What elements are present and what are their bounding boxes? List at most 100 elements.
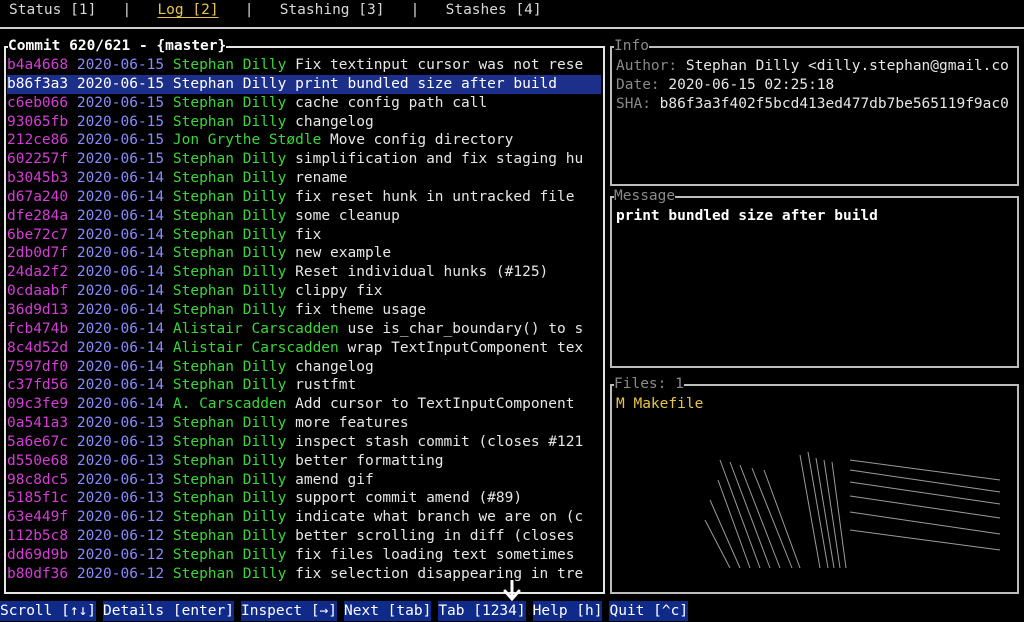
tab-separator: |	[410, 2, 420, 18]
commit-row[interactable]: 09c3fe9 2020-06-14 A. Carscadden Add cur…	[7, 395, 601, 414]
commit-row[interactable]: 8c4d52d 2020-06-14 Alistair Carscadden w…	[7, 339, 601, 358]
commit-row[interactable]: d550e68 2020-06-13 Stephan Dilly better …	[7, 452, 601, 471]
commit-message: print bundled size after build	[295, 75, 558, 92]
commit-message: better formatting	[295, 452, 444, 469]
commit-date: 2020-06-14	[76, 170, 165, 187]
commit-date: 2020-06-14	[76, 358, 165, 375]
commit-hash: 93065fb	[7, 113, 69, 130]
commit-row[interactable]: 93065fb 2020-06-15 Stephan Dilly changel…	[7, 113, 601, 132]
commit-message: fix files loading text sometimes	[295, 546, 575, 563]
commit-hash: 212ce86	[7, 132, 69, 149]
commit-row[interactable]: 5a6e67c 2020-06-13 Stephan Dilly inspect…	[7, 433, 601, 452]
commit-row[interactable]: 36d9d13 2020-06-14 Stephan Dilly fix the…	[7, 301, 601, 320]
command-next[interactable]: Next [tab]	[344, 601, 432, 621]
commit-row[interactable]: c6eb066 2020-06-15 Stephan Dilly cache c…	[7, 94, 601, 113]
tab-log[interactable]: Log [2]	[157, 0, 218, 20]
commit-hash: 36d9d13	[7, 301, 69, 318]
commit-hash: 5a6e67c	[7, 433, 69, 450]
command-bar: Scroll [↑↓] Details [enter] Inspect [→] Nex…	[0, 601, 689, 621]
commit-date: 2020-06-13	[76, 452, 165, 469]
commit-date: 2020-06-12	[76, 565, 165, 582]
commit-author: Stephan Dilly	[172, 546, 287, 563]
commit-date: 2020-06-14	[76, 188, 165, 205]
commit-row[interactable]: c37fd56 2020-06-14 Stephan Dilly rustfmt	[7, 376, 601, 395]
commit-hash: b86f3a3	[7, 75, 69, 92]
commit-message: changelog	[295, 113, 374, 130]
commit-date: 2020-06-13	[76, 490, 165, 507]
commit-date: 2020-06-12	[76, 546, 165, 563]
commit-hash: c6eb066	[7, 94, 69, 111]
info-author-row: Author: Stephan Dilly <dilly.stephan@gma…	[616, 57, 1012, 76]
commit-row[interactable]: 98c8dc5 2020-06-13 Stephan Dilly amend g…	[7, 471, 601, 490]
commit-hash: 09c3fe9	[7, 396, 69, 413]
commit-row[interactable]: dd69d9b 2020-06-12 Stephan Dilly fix fil…	[7, 546, 601, 565]
commit-message: more features	[295, 415, 409, 432]
commit-row[interactable]: 112b5c8 2020-06-12 Stephan Dilly better …	[7, 527, 601, 546]
commit-hash: d550e68	[7, 452, 69, 469]
commit-message: some cleanup	[295, 207, 400, 224]
commit-row[interactable]: d67a240 2020-06-14 Stephan Dilly fix res…	[7, 188, 601, 207]
commit-row[interactable]: b4a4668 2020-06-15 Stephan Dilly Fix tex…	[7, 56, 601, 75]
tab-separator: |	[244, 2, 254, 18]
commit-row[interactable]: 63e449f 2020-06-12 Stephan Dilly indicat…	[7, 508, 601, 527]
commit-hash: dfe284a	[7, 207, 69, 224]
commit-message: rustfmt	[295, 377, 357, 394]
commit-author: Stephan Dilly	[172, 57, 287, 73]
tab-stashes[interactable]: Stashes [4]	[446, 0, 542, 20]
commit-row[interactable]: 2db0d7f 2020-06-14 Stephan Dilly new exa…	[7, 244, 601, 263]
commit-author: Stephan Dilly	[172, 188, 287, 205]
command-help[interactable]: Help [h]	[532, 601, 603, 621]
tab-separator: |	[122, 2, 132, 18]
commit-date: 2020-06-15	[76, 132, 165, 149]
command-tab[interactable]: Tab [1234]	[438, 601, 526, 621]
command-quit[interactable]: Quit [^c]	[609, 601, 689, 621]
commit-row[interactable]: b86f3a3 2020-06-15 Stephan Dilly print b…	[7, 74, 601, 94]
commit-author: Stephan Dilly	[172, 471, 287, 488]
commit-message: new example	[295, 245, 392, 262]
info-details: Author: Stephan Dilly <dilly.stephan@gma…	[616, 57, 1012, 114]
down-arrow-cursor-icon	[503, 580, 521, 602]
commit-author: Jon Grythe Stødle	[172, 132, 322, 149]
commit-row[interactable]: 6be72c7 2020-06-14 Stephan Dilly fix	[7, 226, 601, 245]
commit-hash: 0cdaabf	[7, 283, 69, 300]
commit-hash: c37fd56	[7, 377, 69, 394]
commit-message: use is_char_boundary() to s	[347, 320, 584, 337]
message-title: Message	[614, 188, 676, 204]
command-details[interactable]: Details [enter]	[103, 601, 234, 621]
commit-row[interactable]: 602257f 2020-06-15 Stephan Dilly simplif…	[7, 150, 601, 169]
commit-row[interactable]: dfe284a 2020-06-14 Stephan Dilly some cl…	[7, 207, 601, 226]
commit-author: Stephan Dilly	[172, 452, 287, 469]
commit-list[interactable]: b4a4668 2020-06-15 Stephan Dilly Fix tex…	[7, 56, 601, 584]
commit-date: 2020-06-13	[76, 415, 165, 432]
commit-row[interactable]: 24da2f2 2020-06-14 Stephan Dilly Reset i…	[7, 263, 601, 282]
commit-author: Stephan Dilly	[172, 509, 287, 526]
commit-author: Stephan Dilly	[172, 358, 287, 375]
date-value: 2020-06-15 02:25:18	[668, 77, 835, 93]
command-scroll[interactable]: Scroll [↑↓]	[0, 601, 97, 621]
file-item[interactable]: M Makefile	[616, 395, 703, 414]
commit-message: inspect stash commit (closes #121	[295, 433, 584, 450]
commit-row[interactable]: fcb474b 2020-06-14 Alistair Carscadden u…	[7, 320, 601, 339]
commit-message: Fix textinput cursor was not rese	[295, 57, 584, 73]
commit-row[interactable]: 0a541a3 2020-06-13 Stephan Dilly more fe…	[7, 414, 601, 433]
commit-row[interactable]: 5185f1c 2020-06-13 Stephan Dilly support…	[7, 489, 601, 508]
tab-status[interactable]: Status [1]	[9, 0, 96, 20]
commit-author: Stephan Dilly	[172, 207, 287, 224]
commit-message: rename	[295, 170, 348, 187]
commit-message: Reset individual hunks (#125)	[295, 264, 549, 281]
commit-row[interactable]: b3045b3 2020-06-14 Stephan Dilly rename	[7, 169, 601, 188]
commit-date: 2020-06-14	[76, 207, 165, 224]
commit-row[interactable]: 7597df0 2020-06-14 Stephan Dilly changel…	[7, 358, 601, 377]
commit-date: 2020-06-12	[76, 528, 165, 545]
tab-stashing[interactable]: Stashing [3]	[280, 0, 385, 20]
commit-message: Add cursor to TextInputComponent	[295, 396, 575, 413]
commit-author: Alistair Carscadden	[172, 320, 339, 337]
render-artifact	[704, 451, 1001, 569]
commit-row[interactable]: 0cdaabf 2020-06-14 Stephan Dilly clippy …	[7, 282, 601, 301]
command-inspect[interactable]: Inspect [→]	[240, 601, 338, 621]
commit-hash: 2db0d7f	[7, 245, 69, 262]
commit-row[interactable]: 212ce86 2020-06-15 Jon Grythe Stødle Mov…	[7, 131, 601, 150]
files-title: Files: 1	[614, 376, 684, 392]
commit-date: 2020-06-14	[76, 245, 165, 262]
commit-date: 2020-06-14	[76, 377, 165, 394]
